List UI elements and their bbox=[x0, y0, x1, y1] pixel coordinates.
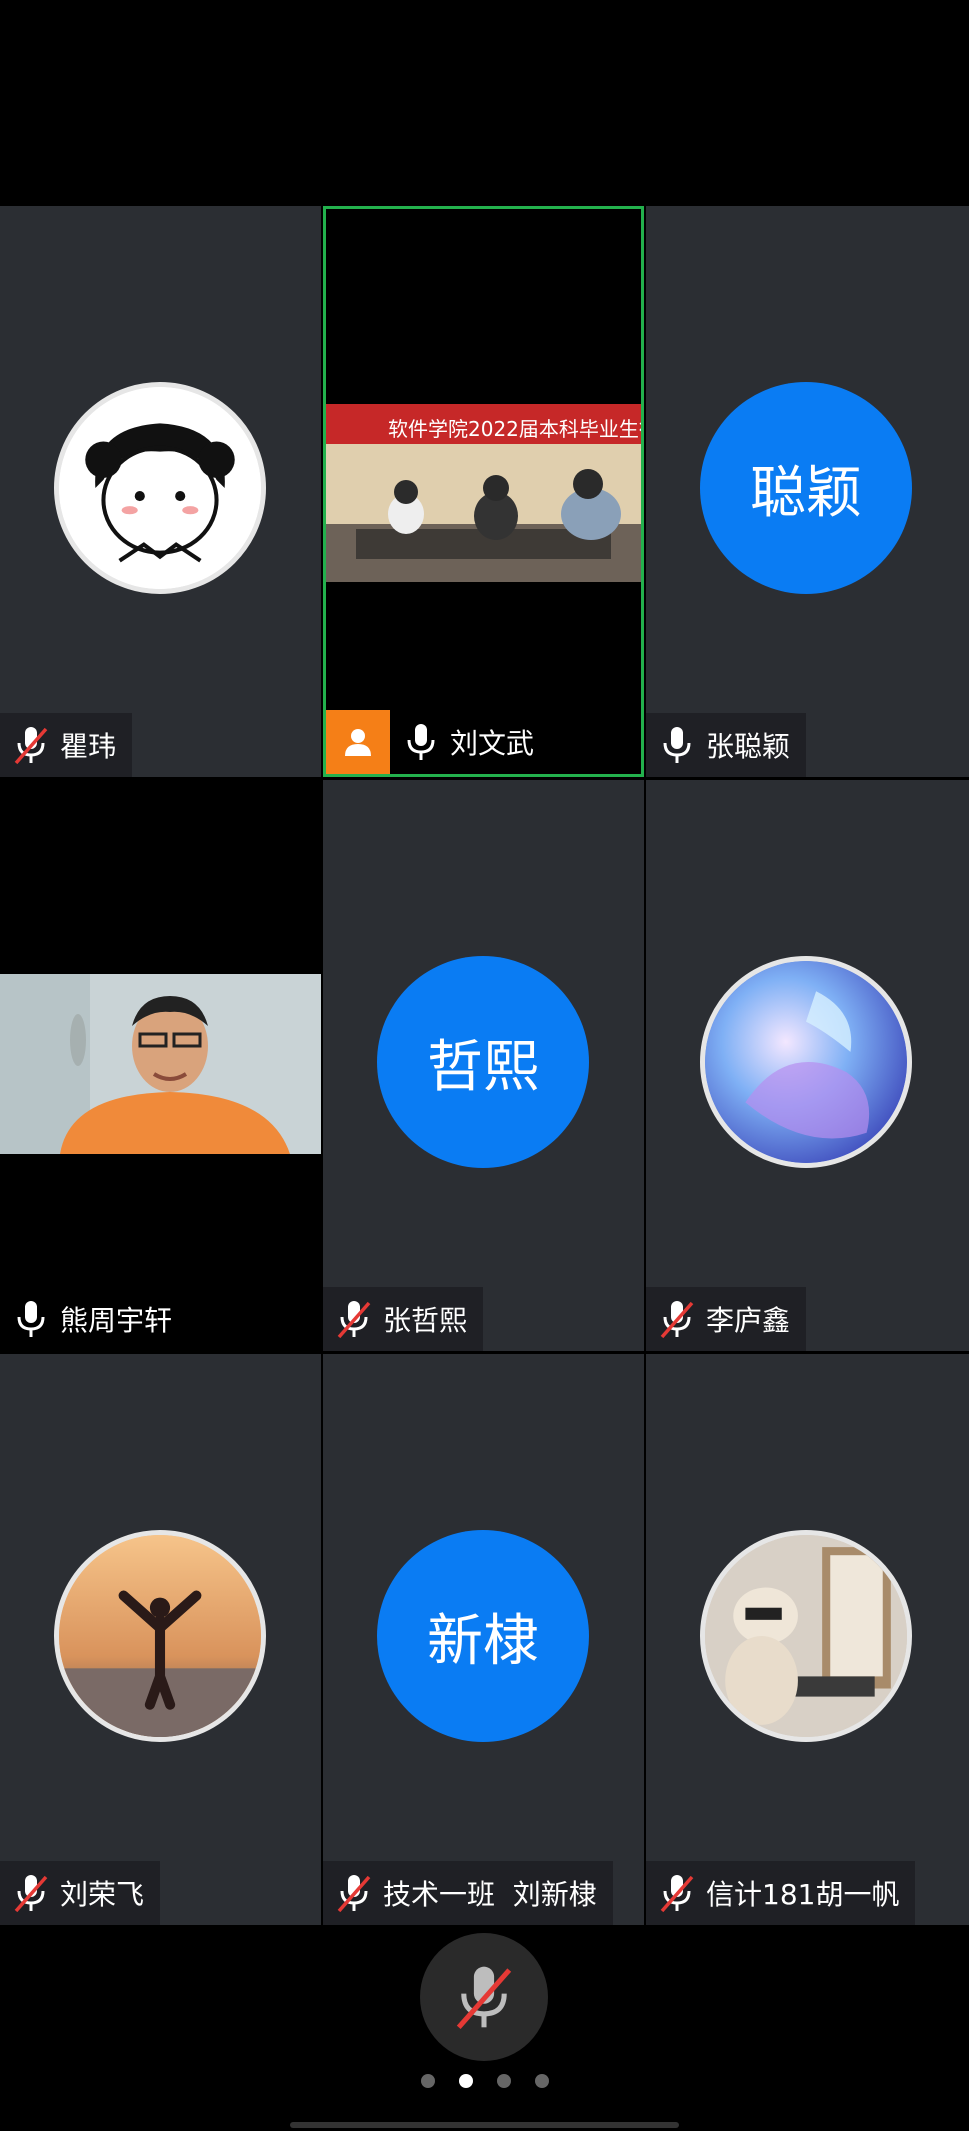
participant-namebar: 李庐鑫 bbox=[646, 1287, 807, 1351]
mic-muted-icon bbox=[8, 713, 54, 777]
mic-icon bbox=[8, 1287, 54, 1351]
participant-namebar: 张聪颖 bbox=[646, 713, 807, 777]
participant-namebar: 瞿玮 bbox=[0, 713, 133, 777]
self-mic-toggle-button[interactable] bbox=[420, 1933, 548, 2061]
participant-name: 技术一班 刘新棣 bbox=[383, 1878, 597, 1911]
participant-tile-4[interactable]: 哲熙 张哲熙 bbox=[323, 780, 644, 1351]
participant-tile-7[interactable]: 新棣 技术一班 刘新棣 bbox=[323, 1354, 644, 1925]
mic-icon bbox=[398, 710, 444, 774]
participant-namebar: 技术一班 刘新棣 bbox=[323, 1861, 613, 1925]
participant-namebar: 信计181胡一帆 bbox=[646, 1861, 916, 1925]
svg-text:软件学院2022届本科毕业生德: 软件学院2022届本科毕业生德 bbox=[388, 417, 641, 441]
page-dot-1[interactable] bbox=[420, 2074, 435, 2088]
initials-avatar: 新棣 bbox=[377, 1530, 589, 1742]
cat-photo-avatar bbox=[700, 1530, 912, 1742]
participant-tile-6[interactable]: 刘荣飞 bbox=[0, 1354, 321, 1925]
participant-namebar: 熊周宇轩 bbox=[0, 1287, 189, 1351]
participant-namebar: 刘荣飞 bbox=[0, 1861, 161, 1925]
page-dot-4[interactable] bbox=[534, 2074, 549, 2088]
participant-tile-3[interactable]: 熊周宇轩 bbox=[0, 780, 321, 1351]
sunset-beach-avatar bbox=[54, 1530, 266, 1742]
mic-muted-icon bbox=[654, 1861, 700, 1925]
mic-icon bbox=[654, 713, 700, 777]
participant-name: 刘荣飞 bbox=[60, 1878, 145, 1911]
page-dot-2[interactable] bbox=[458, 2074, 473, 2088]
participant-name: 李庐鑫 bbox=[706, 1304, 791, 1337]
participant-video: 软件学院2022届本科毕业生德 bbox=[326, 404, 641, 582]
mic-muted-icon bbox=[654, 1287, 700, 1351]
participant-namebar: 刘文武 bbox=[326, 710, 551, 774]
home-indicator[interactable] bbox=[290, 2122, 679, 2128]
participant-name: 张哲熙 bbox=[383, 1304, 468, 1337]
participant-grid: 瞿玮 软件学院2022届本科毕业生德 刘文武 聪颖 张聪颖 熊周宇轩 哲熙 张哲… bbox=[0, 206, 969, 1925]
participant-tile-1[interactable]: 软件学院2022届本科毕业生德 刘文武 bbox=[323, 206, 644, 777]
participant-tile-0[interactable]: 瞿玮 bbox=[0, 206, 321, 777]
participant-name: 熊周宇轩 bbox=[60, 1304, 173, 1337]
participant-tile-8[interactable]: 信计181胡一帆 bbox=[646, 1354, 969, 1925]
mic-muted-icon bbox=[331, 1861, 377, 1925]
anime-art-avatar bbox=[700, 956, 912, 1168]
user-icon bbox=[326, 710, 390, 774]
cartoon-girl-avatar bbox=[54, 382, 266, 594]
participant-name: 张聪颖 bbox=[706, 730, 791, 763]
initials-avatar: 哲熙 bbox=[377, 956, 589, 1168]
participant-tile-2[interactable]: 聪颖 张聪颖 bbox=[646, 206, 969, 777]
mic-muted-icon bbox=[8, 1861, 54, 1925]
mic-muted-icon bbox=[331, 1287, 377, 1351]
participant-name: 瞿玮 bbox=[60, 730, 117, 763]
participant-namebar: 张哲熙 bbox=[323, 1287, 484, 1351]
participant-video bbox=[0, 974, 321, 1154]
participant-tile-5[interactable]: 李庐鑫 bbox=[646, 780, 969, 1351]
participant-name: 信计181胡一帆 bbox=[706, 1878, 900, 1911]
participant-name: 刘文武 bbox=[450, 727, 535, 760]
initials-avatar: 聪颖 bbox=[700, 382, 912, 594]
page-dot-3[interactable] bbox=[496, 2074, 511, 2088]
mic-muted-icon bbox=[456, 1966, 512, 2029]
page-indicator[interactable] bbox=[0, 2074, 969, 2088]
